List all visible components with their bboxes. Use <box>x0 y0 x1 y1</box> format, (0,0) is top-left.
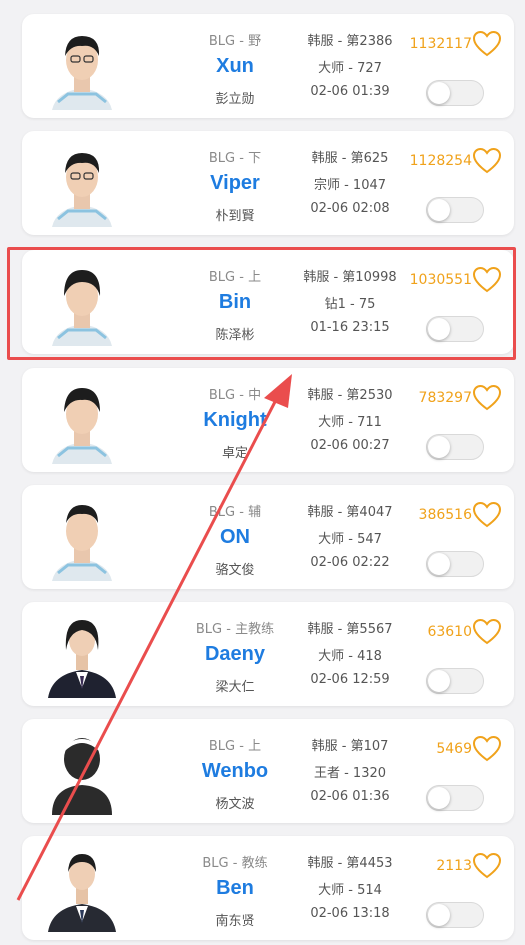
tier-points: 大师 - 547 <box>318 532 382 547</box>
subscribe-toggle[interactable] <box>426 197 484 223</box>
heart-icon[interactable] <box>472 501 502 529</box>
toggle-knob <box>428 436 450 458</box>
last-updated: 02-06 02:08 <box>310 201 390 216</box>
player-card[interactable]: BLG - 辅 ON 骆文俊 韩服 - 第4047 大师 - 547 02-06… <box>22 485 514 589</box>
tier-points: 大师 - 711 <box>318 415 382 430</box>
tier-points: 大师 - 727 <box>318 61 382 76</box>
player-avatar <box>38 610 126 698</box>
server-rank: 韩服 - 第2386 <box>307 34 393 49</box>
toggle-knob <box>428 670 450 692</box>
toggle-knob <box>428 82 450 104</box>
player-card[interactable]: BLG - 上 Wenbo 杨文波 韩服 - 第107 王者 - 1320 02… <box>22 719 514 823</box>
server-rank: 韩服 - 第2530 <box>307 388 393 403</box>
like-count: 2113 <box>436 858 472 874</box>
toggle-knob <box>428 553 450 575</box>
last-updated: 02-06 01:39 <box>310 84 390 99</box>
subscribe-toggle[interactable] <box>426 551 484 577</box>
toggle-knob <box>428 318 450 340</box>
heart-icon[interactable] <box>472 618 502 646</box>
like-count: 5469 <box>436 741 472 757</box>
last-updated: 02-06 12:59 <box>310 672 390 687</box>
player-avatar <box>38 22 126 110</box>
tier-points: 大师 - 514 <box>318 883 382 898</box>
subscribe-toggle[interactable] <box>426 434 484 460</box>
last-updated: 02-06 02:22 <box>310 555 390 570</box>
last-updated: 02-06 01:36 <box>310 789 390 804</box>
server-rank: 韩服 - 第10998 <box>303 270 397 285</box>
tier-points: 钻1 - 75 <box>324 297 376 312</box>
server-rank: 韩服 - 第107 <box>311 739 389 754</box>
player-card[interactable]: BLG - 中 Knight 卓定 韩服 - 第2530 大师 - 711 02… <box>22 368 514 472</box>
heart-icon[interactable] <box>472 852 502 880</box>
player-avatar <box>38 727 126 815</box>
server-rank: 韩服 - 第4453 <box>307 856 393 871</box>
player-avatar <box>38 139 126 227</box>
like-count: 1128254 <box>409 153 472 169</box>
heart-icon[interactable] <box>472 30 502 58</box>
server-rank: 韩服 - 第5567 <box>307 622 393 637</box>
tier-points: 宗师 - 1047 <box>313 178 387 193</box>
subscribe-toggle[interactable] <box>426 668 484 694</box>
player-list: BLG - 野 Xun 彭立勋 韩服 - 第2386 大师 - 727 02-0… <box>0 0 525 945</box>
tier-points: 大师 - 418 <box>318 649 382 664</box>
player-card[interactable]: BLG - 野 Xun 彭立勋 韩服 - 第2386 大师 - 727 02-0… <box>22 14 514 118</box>
player-avatar <box>38 376 126 464</box>
like-count: 63610 <box>427 624 472 640</box>
player-card[interactable]: BLG - 上 Bin 陈泽彬 韩服 - 第10998 钻1 - 75 01-1… <box>22 250 514 354</box>
player-avatar <box>38 258 126 346</box>
subscribe-toggle[interactable] <box>426 80 484 106</box>
toggle-knob <box>428 904 450 926</box>
like-count: 386516 <box>418 507 472 523</box>
heart-icon[interactable] <box>472 147 502 175</box>
subscribe-toggle[interactable] <box>426 902 484 928</box>
player-avatar <box>38 844 126 932</box>
heart-icon[interactable] <box>472 266 502 294</box>
tier-points: 王者 - 1320 <box>313 766 387 781</box>
toggle-knob <box>428 787 450 809</box>
heart-icon[interactable] <box>472 735 502 763</box>
subscribe-toggle[interactable] <box>426 785 484 811</box>
like-count: 1030551 <box>409 272 472 288</box>
toggle-knob <box>428 199 450 221</box>
last-updated: 01-16 23:15 <box>310 320 390 335</box>
server-rank: 韩服 - 第4047 <box>307 505 393 520</box>
heart-icon[interactable] <box>472 384 502 412</box>
server-rank: 韩服 - 第625 <box>311 151 389 166</box>
player-card[interactable]: BLG - 主教练 Daeny 梁大仁 韩服 - 第5567 大师 - 418 … <box>22 602 514 706</box>
player-card[interactable]: BLG - 下 Viper 朴到賢 韩服 - 第625 宗师 - 1047 02… <box>22 131 514 235</box>
last-updated: 02-06 13:18 <box>310 906 390 921</box>
like-count: 783297 <box>418 390 472 406</box>
subscribe-toggle[interactable] <box>426 316 484 342</box>
last-updated: 02-06 00:27 <box>310 438 390 453</box>
player-card[interactable]: BLG - 教练 Ben 南东贤 韩服 - 第4453 大师 - 514 02-… <box>22 836 514 940</box>
player-avatar <box>38 493 126 581</box>
like-count: 1132117 <box>409 36 472 52</box>
